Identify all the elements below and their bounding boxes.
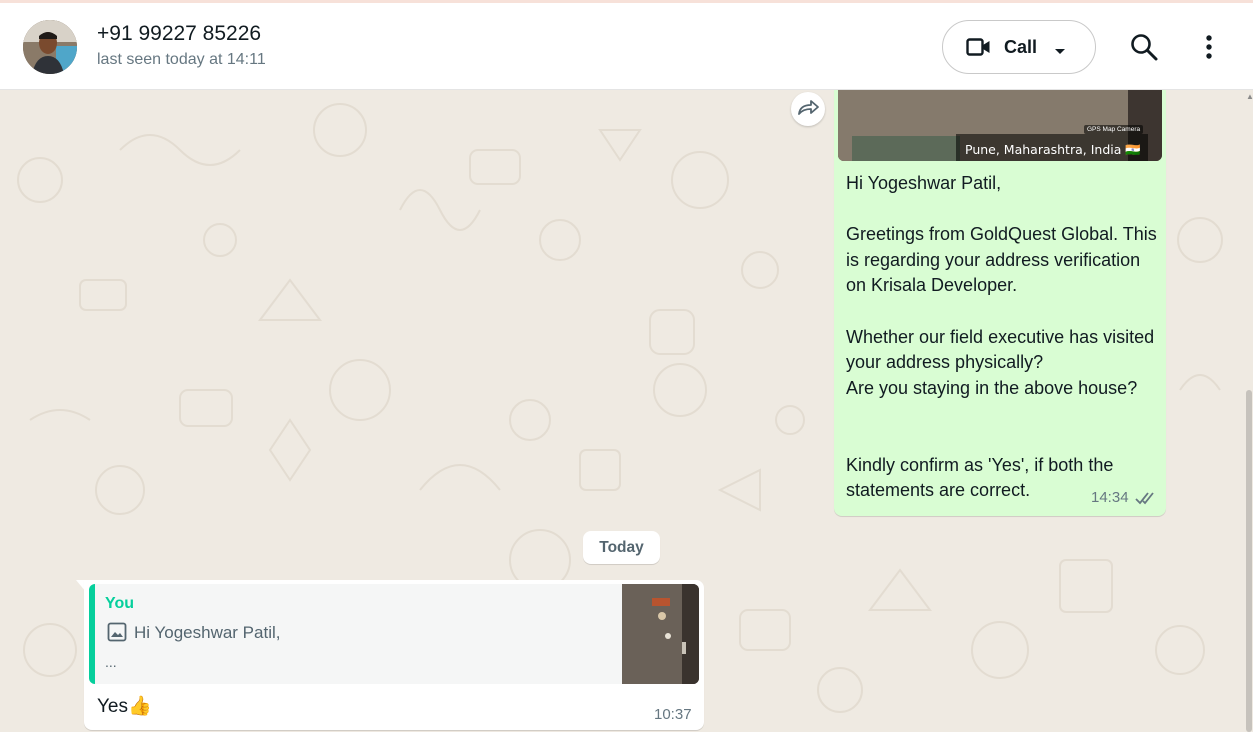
last-seen-status: last seen today at 14:11 bbox=[97, 51, 266, 68]
contact-name[interactable]: +91 99227 85226 bbox=[97, 22, 261, 46]
call-label: Call bbox=[1004, 37, 1038, 57]
photo-location-label: Pune, Maharashtra, India 🇮🇳 bbox=[965, 142, 1141, 157]
double-tick-icon bbox=[1135, 491, 1157, 510]
image-icon bbox=[107, 622, 127, 647]
video-camera-icon bbox=[966, 37, 991, 62]
contact-avatar[interactable] bbox=[23, 20, 77, 74]
search-icon[interactable] bbox=[1128, 31, 1160, 63]
more-vertical-icon[interactable] bbox=[1197, 31, 1221, 63]
incoming-message-bubble[interactable]: You Hi Yogeshwar Patil, ... Yes👍 10:37 bbox=[84, 580, 704, 730]
quote-thumbnail bbox=[622, 584, 699, 684]
message-time: 14:34 bbox=[1091, 489, 1129, 506]
forward-icon[interactable] bbox=[791, 92, 825, 126]
date-separator: Today bbox=[583, 531, 660, 564]
quote-ellipsis: ... bbox=[105, 654, 117, 670]
outgoing-message-bubble[interactable]: GPS Map Camera Pune, Maharashtra, India … bbox=[834, 90, 1166, 516]
chevron-down-icon[interactable] bbox=[1054, 43, 1066, 61]
scroll-up-arrow[interactable]: ▲ bbox=[1246, 92, 1253, 101]
incoming-message-text: Yes👍 bbox=[97, 696, 152, 717]
quote-text: Hi Yogeshwar Patil, bbox=[134, 623, 281, 642]
call-button[interactable]: Call bbox=[942, 20, 1096, 74]
scrollbar-thumb[interactable] bbox=[1246, 390, 1252, 732]
message-photo[interactable]: GPS Map Camera Pune, Maharashtra, India … bbox=[838, 90, 1162, 161]
chat-scrollbar[interactable]: ▲ bbox=[1244, 90, 1253, 732]
quoted-message[interactable]: You Hi Yogeshwar Patil, ... bbox=[89, 584, 699, 684]
message-time: 10:37 bbox=[654, 706, 692, 723]
quote-author: You bbox=[105, 595, 135, 612]
chat-panel[interactable]: ▲ GPS Map Camera Pune, Maharashtra, Indi… bbox=[0, 90, 1253, 732]
quote-accent-bar bbox=[89, 584, 95, 684]
chat-header: +91 99227 85226 last seen today at 14:11… bbox=[0, 3, 1253, 90]
outgoing-message-text: Hi Yogeshwar Patil, Greetings from GoldQ… bbox=[846, 173, 1157, 501]
gps-watermark: GPS Map Camera bbox=[1084, 125, 1144, 134]
